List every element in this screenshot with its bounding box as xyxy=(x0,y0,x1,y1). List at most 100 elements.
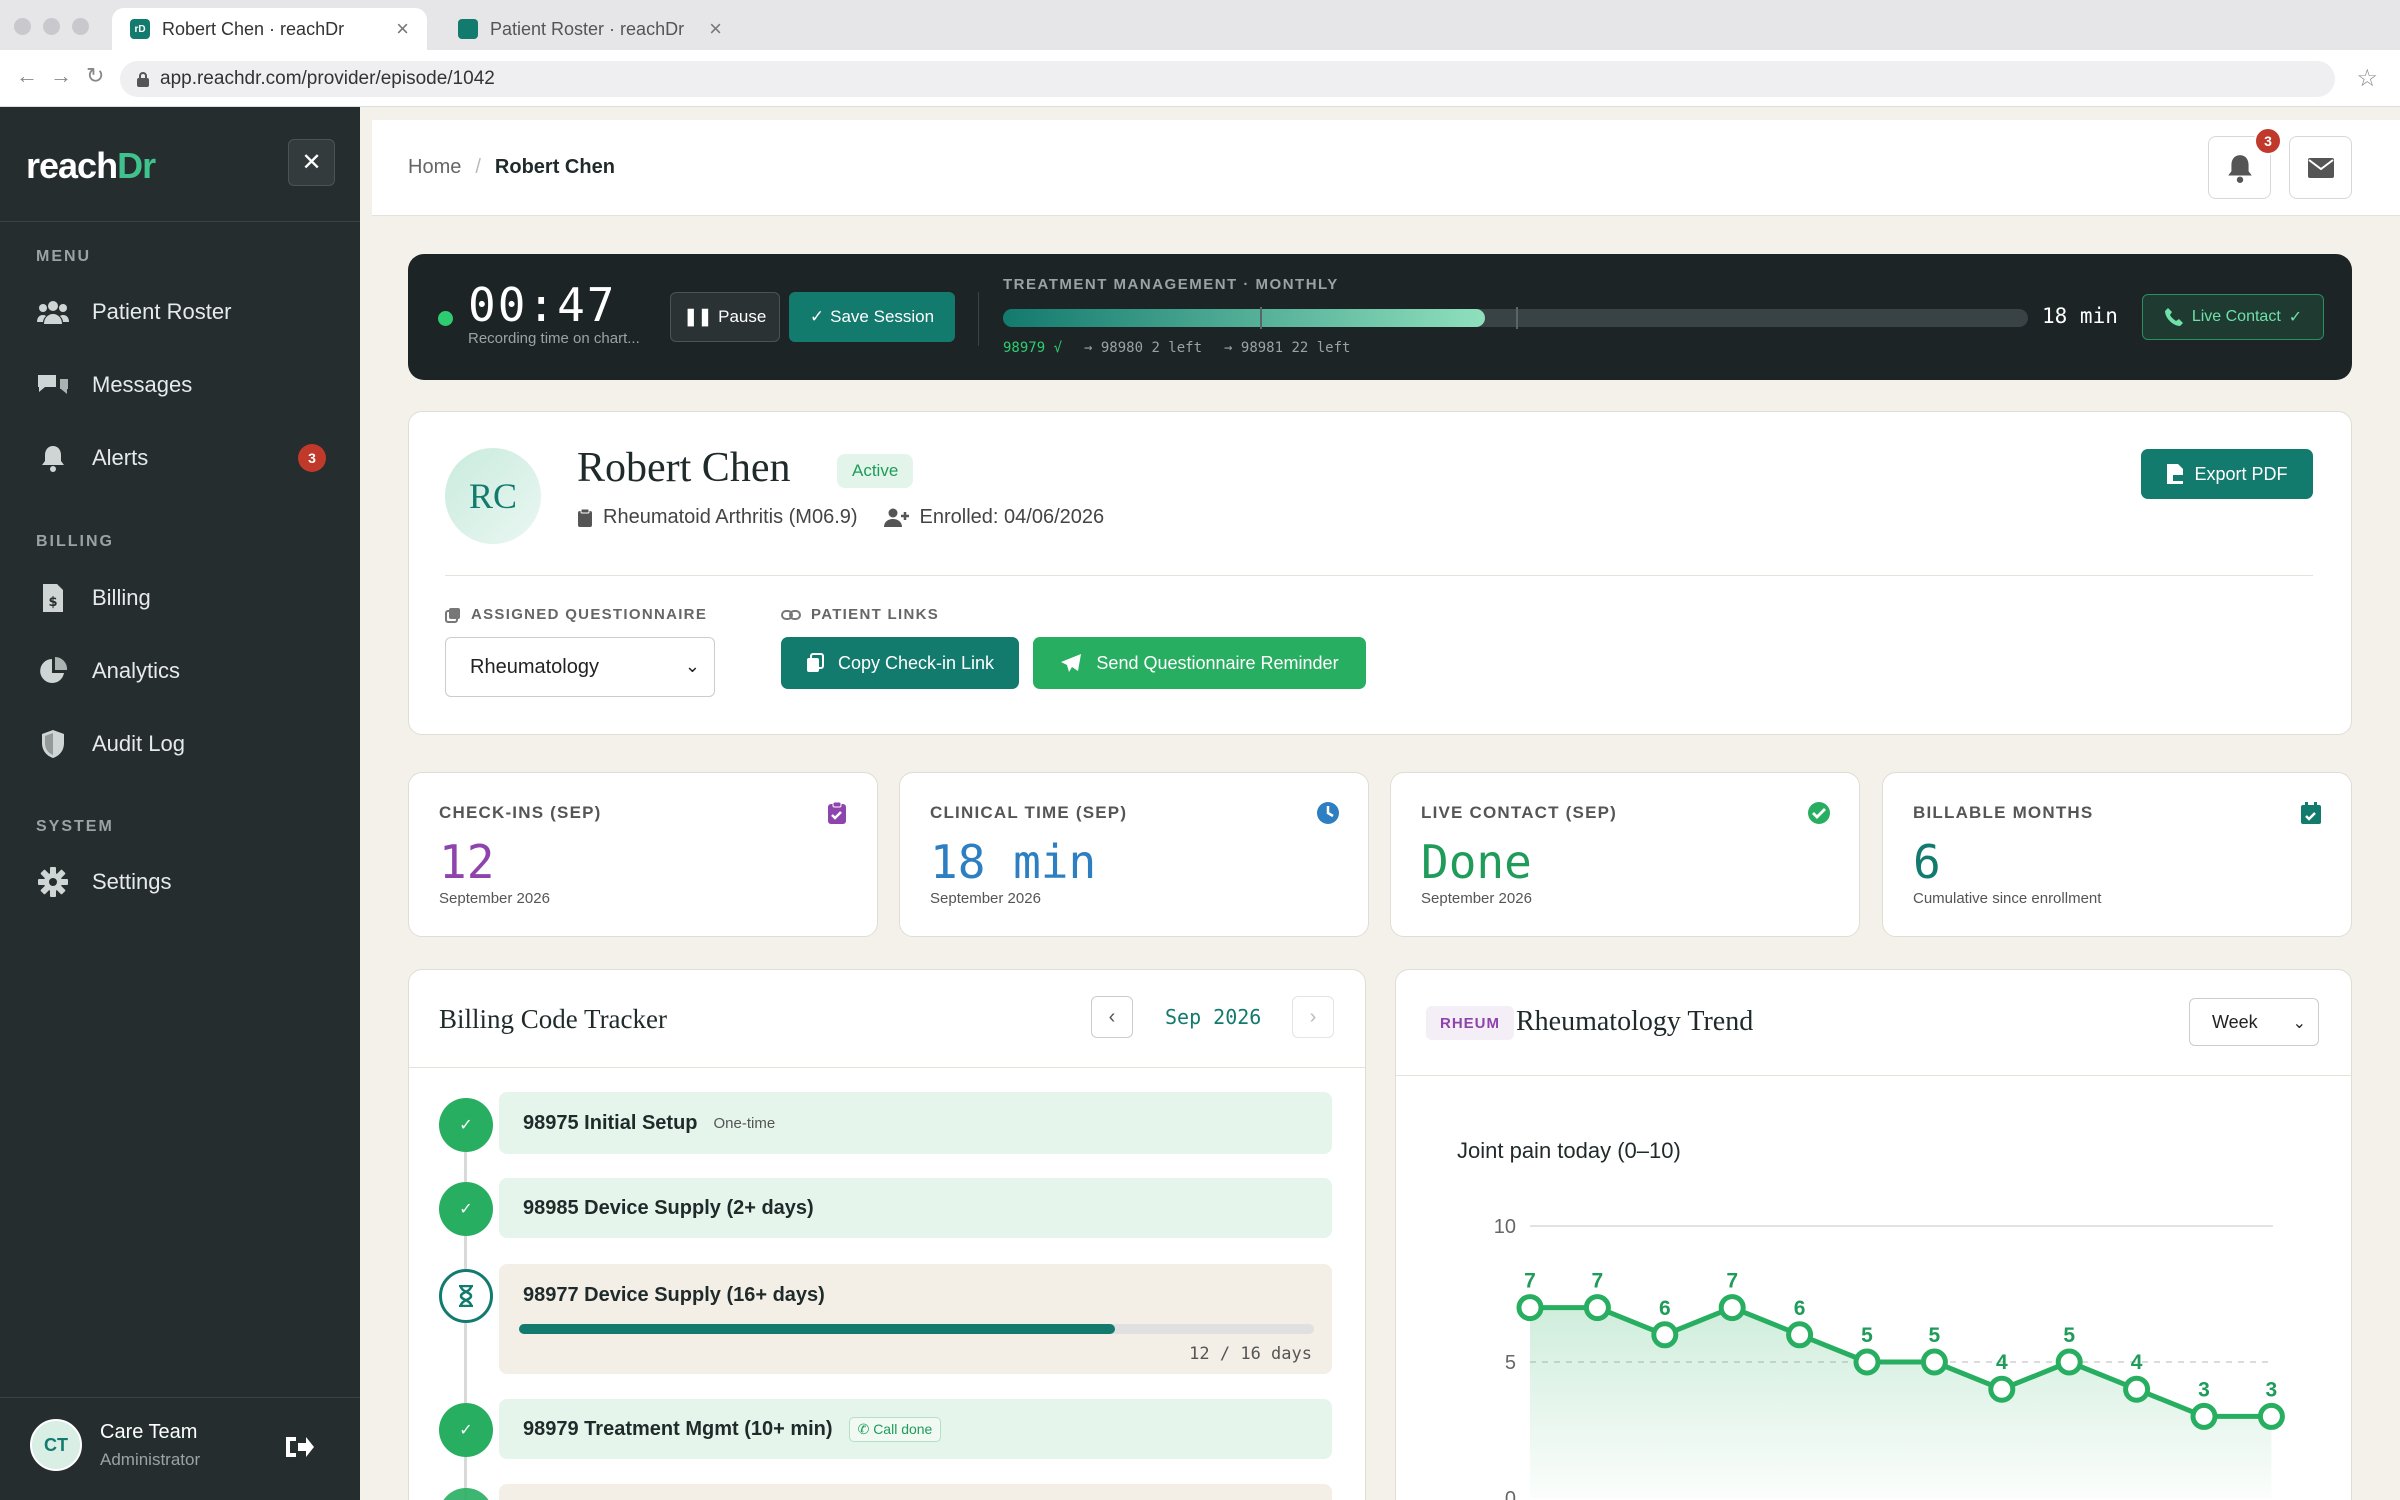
export-pdf-button[interactable]: Export PDF xyxy=(2141,449,2313,499)
device-days-progress-fill xyxy=(519,1324,1116,1334)
alerts-count-badge: 3 xyxy=(298,444,326,472)
sidebar-close-button[interactable]: ✕ xyxy=(288,139,335,186)
patient-card: RC Robert Chen Active Rheumatoid Arthrit… xyxy=(408,411,2352,735)
breadcrumb-separator: / xyxy=(475,156,481,178)
save-label: Save Session xyxy=(830,307,935,326)
reload-icon[interactable]: ↻ xyxy=(86,63,104,89)
device-days-progress xyxy=(519,1324,1314,1334)
close-tab-icon[interactable]: × xyxy=(396,16,409,42)
data-label: 5 xyxy=(2063,1324,2075,1347)
sidebar-item-patient-roster[interactable]: Patient Roster xyxy=(36,295,326,329)
treatment-management-label: TREATMENT MANAGEMENT · MONTHLY xyxy=(1003,276,1339,293)
data-label: 7 xyxy=(1726,1270,1738,1293)
data-label: 5 xyxy=(1861,1324,1873,1347)
sidebar-item-alerts[interactable]: Alerts 3 xyxy=(36,441,326,475)
billing-code-row[interactable]: 98977 Device Supply (16+ days) 12 / 16 d… xyxy=(499,1264,1332,1374)
data-point xyxy=(1651,1321,1679,1349)
stat-label: BILLABLE MONTHS xyxy=(1913,803,2094,822)
breadcrumb-home[interactable]: Home xyxy=(408,156,461,179)
bell-icon xyxy=(36,441,70,475)
y-tick-label: 5 xyxy=(1505,1352,1516,1374)
divider xyxy=(0,221,360,222)
rheumatology-trend-panel: RHEUM Rheumatology Trend Week ⌄ Joint pa… xyxy=(1395,969,2352,1500)
data-point xyxy=(2123,1375,2151,1403)
file-pdf-icon xyxy=(2167,464,2185,484)
stat-value: 18 min xyxy=(930,835,1097,889)
sidebar-item-billing[interactable]: $ Billing xyxy=(36,581,326,615)
sidebar-item-settings[interactable]: Settings xyxy=(36,865,326,899)
stat-value: Done xyxy=(1421,835,1532,889)
phone-icon: ✆ xyxy=(857,1420,870,1437)
check-circle-icon xyxy=(1808,802,1830,824)
tab-robert-chen[interactable]: rD Robert Chen · reachDr × xyxy=(112,8,427,50)
sidebar-item-label: Alerts xyxy=(92,445,149,470)
billing-code-row[interactable]: 98985 Device Supply (2+ days) xyxy=(499,1178,1332,1238)
logout-icon[interactable] xyxy=(284,1434,314,1467)
status-badge: Active xyxy=(837,454,914,488)
stat-subtitle: Cumulative since enrollment xyxy=(1913,890,2102,907)
close-tab-icon[interactable]: × xyxy=(709,16,722,42)
stat-label: CHECK-INS (SEP) xyxy=(439,803,602,822)
data-point xyxy=(1920,1348,1948,1376)
tab-patient-roster[interactable]: Patient Roster · reachDr × xyxy=(440,8,740,50)
user-role: Administrator xyxy=(100,1449,201,1469)
user-profile[interactable]: CT Care Team Administrator xyxy=(30,1419,200,1471)
messages-button[interactable] xyxy=(2289,136,2352,199)
notifications-button[interactable]: 3 xyxy=(2208,127,2282,199)
data-label: 3 xyxy=(2266,1378,2278,1401)
status-done-icon xyxy=(439,1488,493,1500)
status-done-icon: ✓ xyxy=(439,1182,493,1236)
area-fill xyxy=(1530,1307,2272,1498)
app-logo[interactable]: reachDr xyxy=(26,145,156,187)
stat-card-clinical-time: CLINICAL TIME (SEP) 18 min September 202… xyxy=(899,772,1369,937)
data-point xyxy=(2257,1402,2285,1430)
billing-code-row[interactable]: 98975 Initial Setup One-time xyxy=(499,1092,1332,1154)
stat-subtitle: September 2026 xyxy=(439,890,550,907)
copy-icon xyxy=(445,607,460,623)
lock-icon xyxy=(137,71,149,87)
send-reminder-button[interactable]: Send Questionnaire Reminder xyxy=(1033,637,1366,689)
pie-chart-icon xyxy=(36,654,70,688)
url-bar[interactable]: app.reachdr.com/provider/episode/1042 xyxy=(120,61,2335,97)
tab-title: Patient Roster · reachDr xyxy=(490,18,685,39)
sidebar-item-audit-log[interactable]: Audit Log xyxy=(36,727,326,761)
check-icon: ✓ xyxy=(809,307,825,326)
stat-value: 12 xyxy=(439,835,495,889)
section-label-menu: MENU xyxy=(36,248,92,265)
sidebar-item-label: Audit Log xyxy=(92,731,185,756)
data-label: 5 xyxy=(1929,1324,1941,1347)
forward-icon[interactable]: → xyxy=(50,63,72,89)
enrolled-text: Enrolled: 04/06/2026 xyxy=(919,506,1105,528)
data-point xyxy=(2055,1348,2083,1376)
data-point xyxy=(1786,1321,1814,1349)
sidebar-item-analytics[interactable]: Analytics xyxy=(36,654,326,688)
data-label: 3 xyxy=(2198,1378,2210,1401)
live-contact-button[interactable]: Live Contact ✓ xyxy=(2142,294,2324,340)
users-icon xyxy=(36,295,70,329)
questionnaire-select[interactable]: Rheumatology ⌄ xyxy=(445,637,715,697)
billing-code-row[interactable]: 98979 Treatment Mgmt (10+ min) ✆ Call do… xyxy=(499,1399,1332,1459)
save-session-button[interactable]: ✓ Save Session xyxy=(789,292,955,342)
live-contact-label: Live Contact xyxy=(2191,308,2281,325)
data-label: 6 xyxy=(1794,1297,1806,1320)
chat-icon xyxy=(36,368,70,402)
stat-card-live-contact: LIVE CONTACT (SEP) Done September 2026 xyxy=(1390,772,1860,937)
breadcrumb: Home / Robert Chen xyxy=(408,156,615,179)
invoice-icon: $ xyxy=(36,581,70,615)
bookmark-star-icon[interactable]: ☆ xyxy=(2356,64,2378,93)
sidebar-item-label: Messages xyxy=(92,372,193,397)
back-icon[interactable]: ← xyxy=(16,63,38,89)
pause-button[interactable]: ❚❚ Pause xyxy=(670,292,780,342)
copy-checkin-link-button[interactable]: Copy Check-in Link xyxy=(781,637,1019,689)
sidebar-item-messages[interactable]: Messages xyxy=(36,368,326,402)
data-point xyxy=(1718,1294,1746,1322)
billing-code-label: 98977 Device Supply (16+ days) xyxy=(523,1284,825,1306)
previous-month-button[interactable]: ‹ xyxy=(1091,996,1133,1038)
data-point xyxy=(2190,1402,2218,1430)
data-point xyxy=(1516,1294,1544,1322)
data-label: 4 xyxy=(1996,1351,2008,1374)
billing-code-row[interactable] xyxy=(499,1484,1332,1500)
next-month-button[interactable]: › xyxy=(1292,996,1334,1038)
window-controls[interactable] xyxy=(14,18,89,35)
url-text: app.reachdr.com/provider/episode/1042 xyxy=(160,68,495,89)
